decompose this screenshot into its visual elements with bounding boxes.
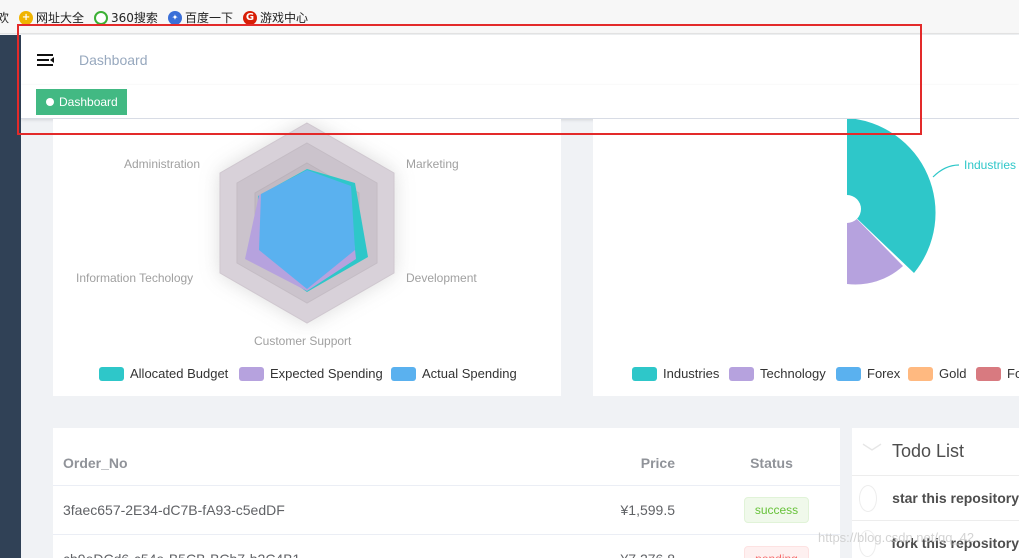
game-icon: G [242,10,257,25]
bookmark-game-center[interactable]: G 游戏中心 [242,9,308,26]
column-status: Status [683,428,840,486]
tags-view: Dashboard [21,85,1019,119]
price-cell: ¥7,276.8 [573,534,683,558]
todo-title: Todo List [892,441,965,461]
tag-dashboard[interactable]: Dashboard [36,89,127,115]
bookmarks-bar: 欢 + 网址大全 360搜索 ✦ 百度一下 G 游戏中心 [0,0,1019,34]
bookmark-baidu[interactable]: ✦ 百度一下 [167,9,233,26]
order-no-cell: cb9eDCd6-c54e-B5CB-BCb7-b2C4B1 [53,534,573,558]
status-badge: pending [744,545,809,558]
indicator-label: Development [406,271,477,285]
legend-swatch [976,366,1001,381]
price-cell: ¥1,599.5 [573,485,683,535]
indicator-label: Administration [124,157,201,171]
todo-item[interactable]: star this repository [852,476,1019,521]
ring-icon [94,10,109,25]
add-icon: + [19,10,34,25]
pie-chart [833,119,960,285]
bookmark-360-search[interactable]: 360搜索 [94,9,158,26]
indicator-label: Marketing [406,157,459,171]
legend-technology[interactable]: Technology [729,366,826,381]
legend-swatch [836,366,861,381]
status-badge: success [743,496,810,523]
column-order-no: Order_No [53,428,573,486]
legend-swatch [632,366,657,381]
legend-forex[interactable]: Forex [836,366,900,381]
label-line [932,164,960,178]
legend-swatch [391,366,416,381]
paw-icon: ✦ [167,10,182,25]
todo-text: star this repository [892,490,1019,506]
legend-gold[interactable]: Gold [908,366,966,381]
todo-header: ﹀ Todo List [852,428,1019,476]
column-price: Price [573,428,683,486]
legend-swatch [908,366,933,381]
legend-actual-spending[interactable]: Actual Spending [391,366,517,381]
bookmark-truncated[interactable]: 欢 [0,9,9,26]
table-row[interactable]: cb9eDCd6-c54e-B5CB-BCb7-b2C4B1 ¥7,276.8 … [53,534,840,558]
order-no-cell: 3faec657-2E34-dC7B-fA93-c5edDF [53,485,573,535]
hamburger-icon[interactable] [35,49,57,71]
order-table-card: Order_No Price Status 3faec657-2E34-dC7B… [53,428,840,558]
order-table: Order_No Price Status 3faec657-2E34-dC7B… [53,428,840,558]
slice-label: Industries [964,158,1017,172]
radar-chart-card: Administration Marketing Information Tec… [53,119,561,396]
navbar: Dashboard [21,35,1019,85]
chevron-down-icon[interactable]: ﹀ [852,437,892,466]
legend-expected-spending[interactable]: Expected Spending [239,366,383,381]
legend-fo[interactable]: Fo [976,366,1019,381]
bookmark-url-directory[interactable]: + 网址大全 [19,9,84,26]
pie-chart-card: Industries Industries Technology Forex G… [593,119,1019,396]
indicator-label: Customer Support [254,334,352,348]
indicator-label: Information Techology [76,271,194,285]
legend-allocated-budget[interactable]: Allocated Budget [99,366,228,381]
todo-checkbox[interactable] [859,484,878,512]
active-dot-icon [46,98,54,106]
legend-swatch [239,366,264,381]
legend-swatch [99,366,124,381]
table-row[interactable]: 3faec657-2E34-dC7B-fA93-c5edDF ¥1,599.5 … [53,485,840,535]
sidebar [0,35,21,558]
watermark: https://blog.csdn.net/qq_42... [818,530,985,545]
legend-industries[interactable]: Industries [632,366,719,381]
legend-swatch [729,366,754,381]
breadcrumb[interactable]: Dashboard [79,52,148,68]
